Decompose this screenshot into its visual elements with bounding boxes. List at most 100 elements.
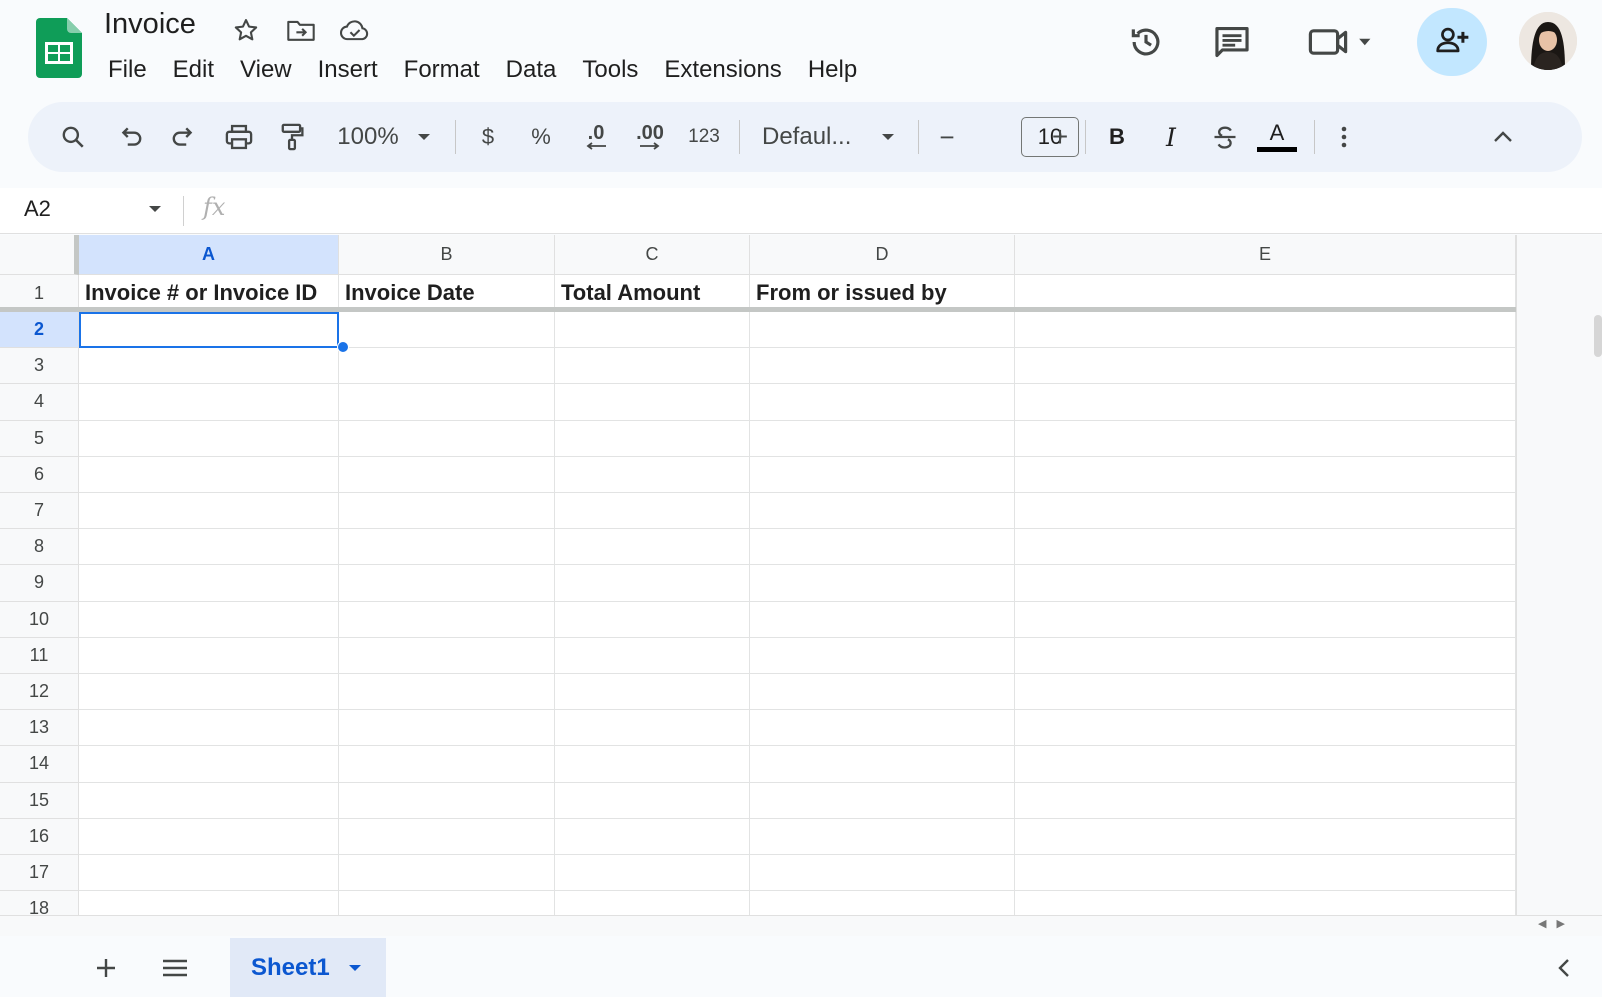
currency-format-button[interactable]: $ — [474, 102, 502, 172]
cell-c13[interactable] — [555, 710, 750, 747]
cell-b10[interactable] — [339, 601, 555, 638]
avatar[interactable] — [1519, 12, 1577, 70]
column-header-a[interactable]: A — [79, 235, 339, 275]
all-sheets-icon[interactable] — [155, 948, 195, 988]
cell-b9[interactable] — [339, 565, 555, 602]
cell-b7[interactable] — [339, 493, 555, 530]
cell-c16[interactable] — [555, 818, 750, 855]
menu-edit[interactable]: Edit — [160, 52, 227, 88]
decrease-font-size-button[interactable]: − — [930, 102, 964, 172]
chevron-down-icon[interactable] — [878, 102, 898, 172]
cell-e15[interactable] — [1015, 782, 1516, 819]
increase-font-size-button[interactable]: + — [1043, 102, 1077, 172]
cell-a14[interactable] — [79, 746, 339, 783]
horizontal-scrollbar[interactable] — [0, 915, 1602, 936]
cell-e13[interactable] — [1015, 710, 1516, 747]
vertical-scrollbar[interactable] — [1516, 235, 1602, 935]
zoom-select[interactable]: 100% — [328, 102, 408, 172]
menu-file[interactable]: File — [95, 52, 160, 88]
paint-format-icon[interactable] — [275, 102, 309, 172]
select-all-corner[interactable] — [0, 235, 79, 275]
cell-c8[interactable] — [555, 529, 750, 566]
cell-e10[interactable] — [1015, 601, 1516, 638]
row-header[interactable]: 11 — [0, 637, 79, 674]
cell-a17[interactable] — [79, 855, 339, 892]
cell-d7[interactable] — [750, 493, 1015, 530]
cell-b6[interactable] — [339, 456, 555, 493]
cell-b14[interactable] — [339, 746, 555, 783]
cell-b8[interactable] — [339, 529, 555, 566]
cell-c4[interactable] — [555, 384, 750, 421]
chevron-down-icon[interactable] — [348, 959, 362, 977]
menu-help[interactable]: Help — [795, 52, 870, 88]
cell-e11[interactable] — [1015, 637, 1516, 674]
menu-extensions[interactable]: Extensions — [651, 52, 794, 88]
cell-b4[interactable] — [339, 384, 555, 421]
text-color-button[interactable]: A — [1256, 102, 1298, 172]
scroll-left-icon[interactable]: ◀ — [1538, 917, 1546, 930]
row-header[interactable]: 14 — [0, 746, 79, 783]
cell-d6[interactable] — [750, 456, 1015, 493]
sheets-logo-icon[interactable] — [36, 18, 82, 78]
cell-c15[interactable] — [555, 782, 750, 819]
vertical-scroll-thumb[interactable] — [1594, 315, 1602, 357]
increase-decimal-button[interactable]: .00 — [630, 102, 670, 172]
cell-e14[interactable] — [1015, 746, 1516, 783]
row-header[interactable]: 15 — [0, 782, 79, 819]
cell-e5[interactable] — [1015, 420, 1516, 457]
side-panel-toggle-icon[interactable] — [1544, 948, 1584, 988]
redo-icon[interactable] — [166, 102, 200, 172]
cell-d3[interactable] — [750, 348, 1015, 385]
search-icon[interactable] — [56, 102, 90, 172]
star-icon[interactable] — [230, 14, 262, 46]
percent-format-button[interactable]: % — [526, 102, 556, 172]
cell-d8[interactable] — [750, 529, 1015, 566]
cell-c3[interactable] — [555, 348, 750, 385]
cell-d11[interactable] — [750, 637, 1015, 674]
menu-insert[interactable]: Insert — [305, 52, 391, 88]
cell-c2[interactable] — [555, 312, 750, 349]
cell-e4[interactable] — [1015, 384, 1516, 421]
cell-a16[interactable] — [79, 818, 339, 855]
cell-c9[interactable] — [555, 565, 750, 602]
cell-e8[interactable] — [1015, 529, 1516, 566]
cell-c5[interactable] — [555, 420, 750, 457]
column-header-e[interactable]: E — [1015, 235, 1516, 275]
cell-a11[interactable] — [79, 637, 339, 674]
cell-e9[interactable] — [1015, 565, 1516, 602]
cell-a6[interactable] — [79, 456, 339, 493]
cell-e7[interactable] — [1015, 493, 1516, 530]
row-header[interactable]: 7 — [0, 493, 79, 530]
cell-c17[interactable] — [555, 855, 750, 892]
more-vert-icon[interactable] — [1330, 102, 1358, 172]
meet-icon[interactable] — [1305, 20, 1375, 64]
row-header[interactable]: 17 — [0, 855, 79, 892]
decrease-decimal-button[interactable]: .0 — [578, 102, 614, 172]
row-header[interactable]: 12 — [0, 674, 79, 711]
cell-d4[interactable] — [750, 384, 1015, 421]
cell-e12[interactable] — [1015, 674, 1516, 711]
cell-d2[interactable] — [750, 312, 1015, 349]
cell-a4[interactable] — [79, 384, 339, 421]
chevron-down-icon[interactable] — [414, 102, 434, 172]
fill-handle[interactable] — [337, 341, 349, 353]
version-history-icon[interactable] — [1124, 20, 1168, 64]
cell-a8[interactable] — [79, 529, 339, 566]
cell-b13[interactable] — [339, 710, 555, 747]
bold-button[interactable]: B — [1100, 102, 1134, 172]
row-header[interactable]: 5 — [0, 420, 79, 457]
row-header[interactable]: 6 — [0, 456, 79, 493]
row-header[interactable]: 13 — [0, 710, 79, 747]
column-header-b[interactable]: B — [339, 235, 555, 275]
collapse-up-icon[interactable] — [1488, 102, 1518, 172]
cell-d12[interactable] — [750, 674, 1015, 711]
sheet-tab[interactable]: Sheet1 — [230, 938, 386, 997]
menu-view[interactable]: View — [227, 52, 305, 88]
cell-d14[interactable] — [750, 746, 1015, 783]
column-header-c[interactable]: C — [555, 235, 750, 275]
cell-c11[interactable] — [555, 637, 750, 674]
menu-tools[interactable]: Tools — [569, 52, 651, 88]
cell-a7[interactable] — [79, 493, 339, 530]
cell-e3[interactable] — [1015, 348, 1516, 385]
cell-d13[interactable] — [750, 710, 1015, 747]
